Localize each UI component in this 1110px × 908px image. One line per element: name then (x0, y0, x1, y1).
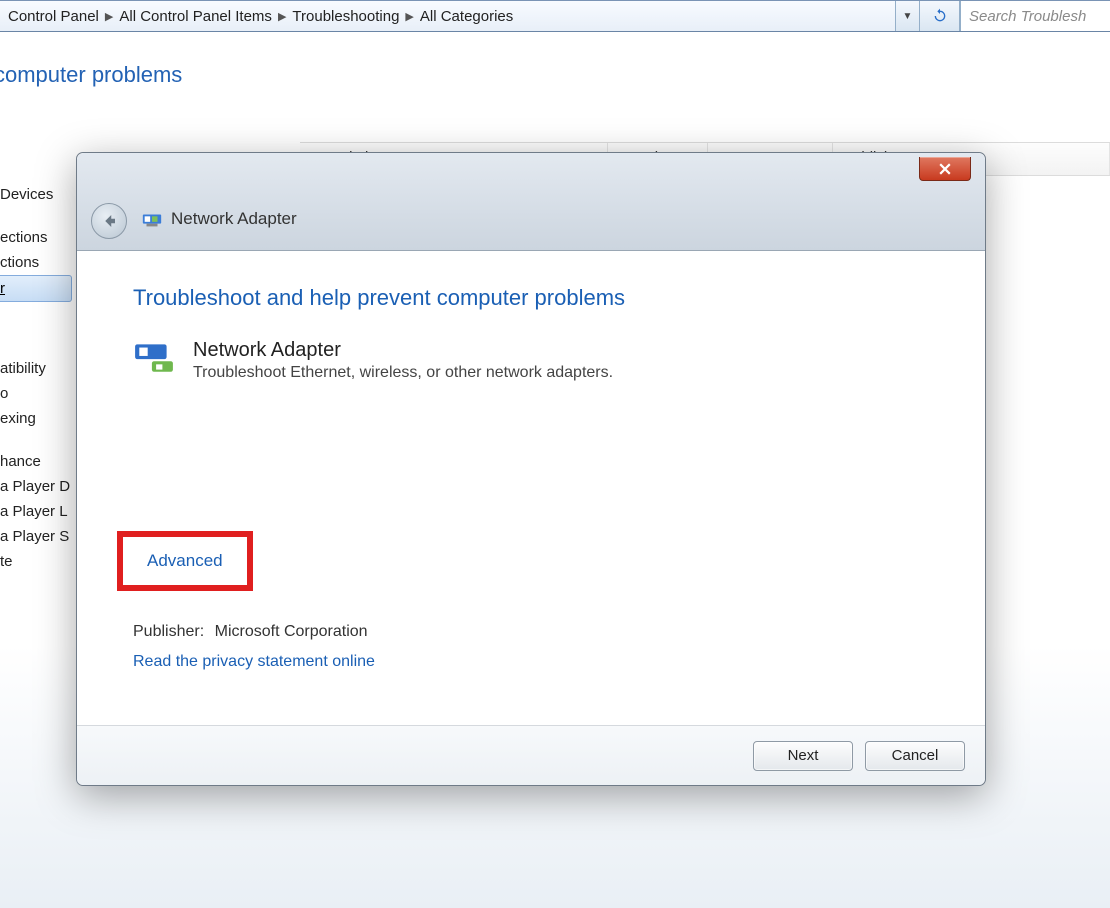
privacy-link[interactable]: Read the privacy statement online (133, 653, 375, 671)
publisher-value: Microsoft Corporation (215, 623, 368, 640)
search-placeholder: Search Troublesh (969, 8, 1086, 25)
sidebar-item[interactable]: ctions (0, 250, 72, 275)
troubleshooter-item: Network Adapter Troubleshoot Ethernet, w… (133, 339, 929, 382)
page-title: computer problems (0, 32, 1110, 106)
dialog-body: Troubleshoot and help prevent computer p… (77, 251, 985, 725)
network-adapter-icon (141, 209, 163, 231)
chevron-right-icon: ▶ (105, 10, 113, 23)
refresh-icon (932, 8, 948, 24)
sidebar-item[interactable]: a Player D (0, 474, 72, 499)
sidebar-item[interactable]: hance (0, 449, 72, 474)
chevron-down-icon: ▼ (903, 11, 913, 22)
breadcrumb-item[interactable]: Troubleshooting▶ (292, 8, 419, 25)
item-title: Network Adapter (193, 339, 613, 362)
breadcrumb-item[interactable]: All Control Panel Items▶ (119, 8, 292, 25)
arrow-left-icon (100, 212, 118, 230)
address-bar: Control Panel▶ All Control Panel Items▶ … (0, 0, 1110, 32)
close-icon (939, 163, 951, 175)
chevron-right-icon: ▶ (405, 10, 413, 23)
next-button[interactable]: Next (753, 741, 853, 771)
highlight-box: Advanced (117, 531, 253, 591)
advanced-link[interactable]: Advanced (147, 551, 223, 570)
breadcrumb-item[interactable]: Control Panel▶ (8, 8, 119, 25)
sidebar-item[interactable]: Devices (0, 182, 72, 207)
troubleshooter-dialog: Network Adapter Troubleshoot and help pr… (76, 152, 986, 786)
sidebar-item-selected[interactable]: r (0, 275, 72, 302)
publisher-label: Publisher: (133, 623, 204, 640)
dialog-titlebar: Network Adapter (77, 153, 985, 251)
dialog-heading: Troubleshoot and help prevent computer p… (133, 285, 929, 311)
cancel-button[interactable]: Cancel (865, 741, 965, 771)
publisher-line: Publisher: Microsoft Corporation (133, 623, 368, 641)
network-adapter-icon (133, 339, 175, 375)
sidebar-item[interactable]: te (0, 549, 72, 574)
breadcrumb-item[interactable]: All Categories (420, 8, 513, 25)
item-subtitle: Troubleshoot Ethernet, wireless, or othe… (193, 364, 613, 382)
sidebar: Devices ections ctions r atibility o exi… (0, 182, 72, 574)
sidebar-item[interactable]: o (0, 381, 72, 406)
search-input[interactable]: Search Troublesh (960, 1, 1110, 31)
sidebar-item[interactable]: exing (0, 406, 72, 431)
dialog-title: Network Adapter (171, 209, 297, 229)
sidebar-item[interactable]: a Player S (0, 524, 72, 549)
chevron-right-icon: ▶ (278, 10, 286, 23)
dialog-footer: Next Cancel (77, 725, 985, 785)
address-dropdown[interactable]: ▼ (896, 1, 920, 31)
back-button[interactable] (91, 203, 127, 239)
sidebar-item[interactable]: atibility (0, 356, 72, 381)
close-button[interactable] (919, 157, 971, 181)
refresh-button[interactable] (920, 1, 960, 31)
sidebar-item[interactable]: ections (0, 225, 72, 250)
sidebar-item[interactable]: a Player L (0, 499, 72, 524)
breadcrumb[interactable]: Control Panel▶ All Control Panel Items▶ … (0, 1, 896, 31)
